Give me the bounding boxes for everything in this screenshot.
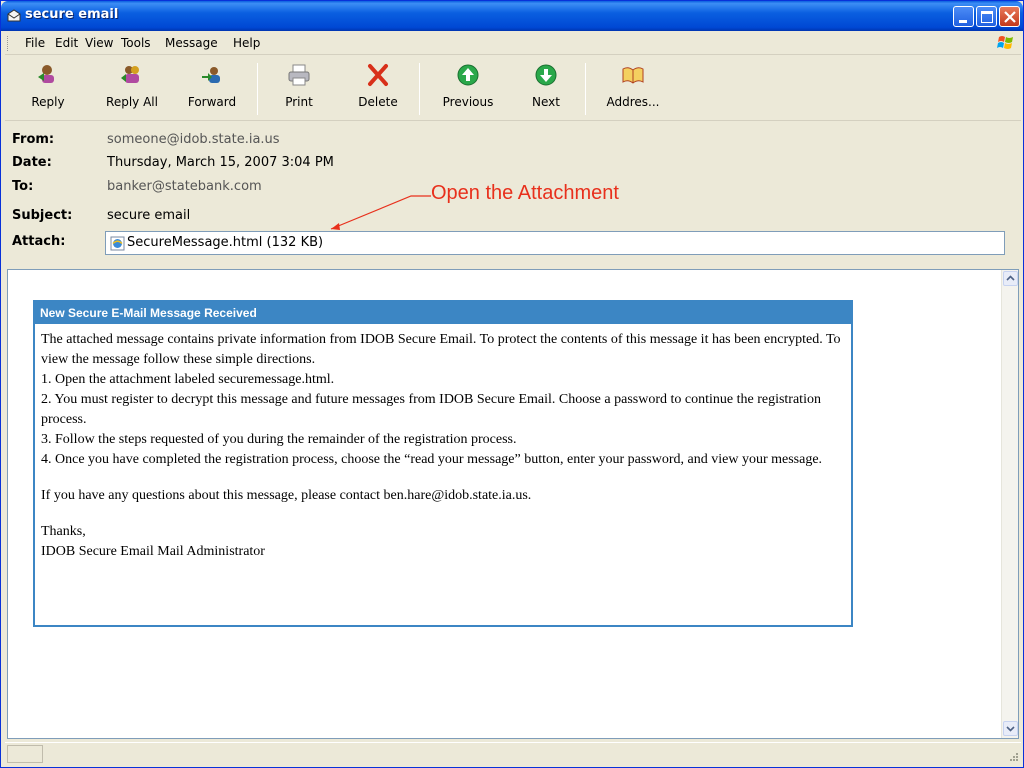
printer-icon bbox=[288, 64, 310, 86]
forward-label: Forward bbox=[187, 95, 237, 109]
addresses-button[interactable]: Addres... bbox=[599, 61, 667, 117]
reply-all-icon bbox=[121, 66, 139, 83]
print-button[interactable]: Print bbox=[277, 61, 321, 117]
arrow-up-icon bbox=[457, 64, 479, 86]
forward-icon bbox=[202, 67, 220, 83]
reply-button[interactable]: Reply bbox=[23, 61, 73, 117]
previous-label: Previous bbox=[442, 95, 494, 109]
html-file-icon[interactable] bbox=[110, 236, 125, 251]
scroll-up-button[interactable] bbox=[1003, 271, 1018, 286]
reply-label: Reply bbox=[31, 95, 65, 109]
next-label: Next bbox=[532, 95, 560, 109]
step-1: 1. Open the attachment labeled securemes… bbox=[41, 372, 335, 387]
maximize-button[interactable] bbox=[976, 6, 997, 27]
message-body-pane: New Secure E-Mail Message Received The a… bbox=[7, 269, 1019, 739]
menu-view[interactable]: View bbox=[85, 36, 113, 50]
minimize-icon bbox=[959, 20, 967, 23]
date-value: Thursday, March 15, 2007 3:04 PM bbox=[107, 155, 334, 170]
menu-help[interactable]: Help bbox=[233, 36, 260, 50]
attach-label: Attach: bbox=[12, 234, 66, 249]
previous-button[interactable]: Previous bbox=[435, 61, 501, 117]
reply-all-label: Reply All bbox=[106, 95, 158, 109]
reply-icon bbox=[38, 65, 54, 83]
chevron-down-icon bbox=[1006, 726, 1015, 732]
toolbar-separator bbox=[585, 63, 586, 115]
step-3: 3. Follow the steps requested of you dur… bbox=[41, 432, 517, 447]
menu-file[interactable]: File bbox=[25, 36, 45, 50]
scroll-down-button[interactable] bbox=[1003, 721, 1018, 736]
resize-grip-icon[interactable] bbox=[1007, 752, 1019, 764]
subject-label: Subject: bbox=[12, 208, 73, 223]
window-title: secure email bbox=[25, 7, 119, 22]
address-book-icon bbox=[622, 67, 644, 84]
step-4: 4. Once you have completed the registrat… bbox=[41, 452, 823, 467]
minimize-button[interactable] bbox=[953, 6, 974, 27]
intro-text: The attached message contains private in… bbox=[41, 332, 841, 367]
thanks-text: Thanks, bbox=[41, 524, 86, 539]
card-body: The attached message contains private in… bbox=[35, 324, 851, 568]
attachment-field: SecureMessage.html (132 KB) bbox=[105, 231, 1005, 255]
title-bar[interactable]: secure email bbox=[1, 1, 1023, 31]
to-value[interactable]: banker@statebank.com bbox=[107, 179, 262, 194]
step-2: 2. You must register to decrypt this mes… bbox=[41, 392, 821, 427]
menu-tools[interactable]: Tools bbox=[121, 36, 151, 50]
menu-bar: File Edit View Tools Message Help bbox=[5, 32, 1021, 55]
delete-button[interactable]: Delete bbox=[351, 61, 405, 117]
close-icon bbox=[1004, 11, 1016, 23]
print-label: Print bbox=[285, 95, 313, 109]
forward-button[interactable]: Forward bbox=[180, 61, 244, 117]
maximize-icon bbox=[981, 11, 993, 23]
delete-x-icon bbox=[368, 64, 388, 86]
toolbar: Reply Reply All Forward Print Delete Pre… bbox=[5, 57, 1021, 121]
envelope-icon bbox=[7, 9, 21, 22]
menu-edit[interactable]: Edit bbox=[55, 36, 78, 50]
from-label: From: bbox=[12, 132, 55, 147]
subject-value: secure email bbox=[107, 208, 191, 223]
card-heading: New Secure E-Mail Message Received bbox=[35, 302, 851, 324]
date-label: Date: bbox=[12, 155, 52, 170]
to-label: To: bbox=[12, 179, 34, 194]
menu-message[interactable]: Message bbox=[165, 36, 218, 50]
email-window: secure email File Edit View Tools Messag… bbox=[0, 0, 1024, 768]
vertical-scrollbar[interactable] bbox=[1001, 270, 1018, 738]
secure-message-card: New Secure E-Mail Message Received The a… bbox=[33, 300, 853, 627]
toolbar-separator bbox=[257, 63, 258, 115]
status-panel bbox=[7, 745, 43, 763]
reply-all-button[interactable]: Reply All bbox=[97, 61, 167, 117]
addresses-label: Addres... bbox=[606, 95, 660, 109]
delete-label: Delete bbox=[358, 95, 398, 109]
toolbar-separator bbox=[419, 63, 420, 115]
annotation-label: Open the Attachment bbox=[431, 182, 619, 204]
next-button[interactable]: Next bbox=[523, 61, 569, 117]
attachment-link[interactable]: SecureMessage.html (132 KB) bbox=[127, 235, 323, 250]
close-button[interactable] bbox=[999, 6, 1020, 27]
menu-grip[interactable] bbox=[7, 36, 10, 51]
chevron-up-icon bbox=[1006, 275, 1015, 281]
from-value[interactable]: someone@idob.state.ia.us bbox=[107, 132, 280, 147]
signature-text: IDOB Secure Email Mail Administrator bbox=[41, 544, 265, 559]
windows-logo-icon bbox=[997, 36, 1013, 49]
arrow-down-icon bbox=[535, 64, 557, 86]
questions-text: If you have any questions about this mes… bbox=[41, 488, 532, 503]
status-bar bbox=[5, 742, 1021, 766]
